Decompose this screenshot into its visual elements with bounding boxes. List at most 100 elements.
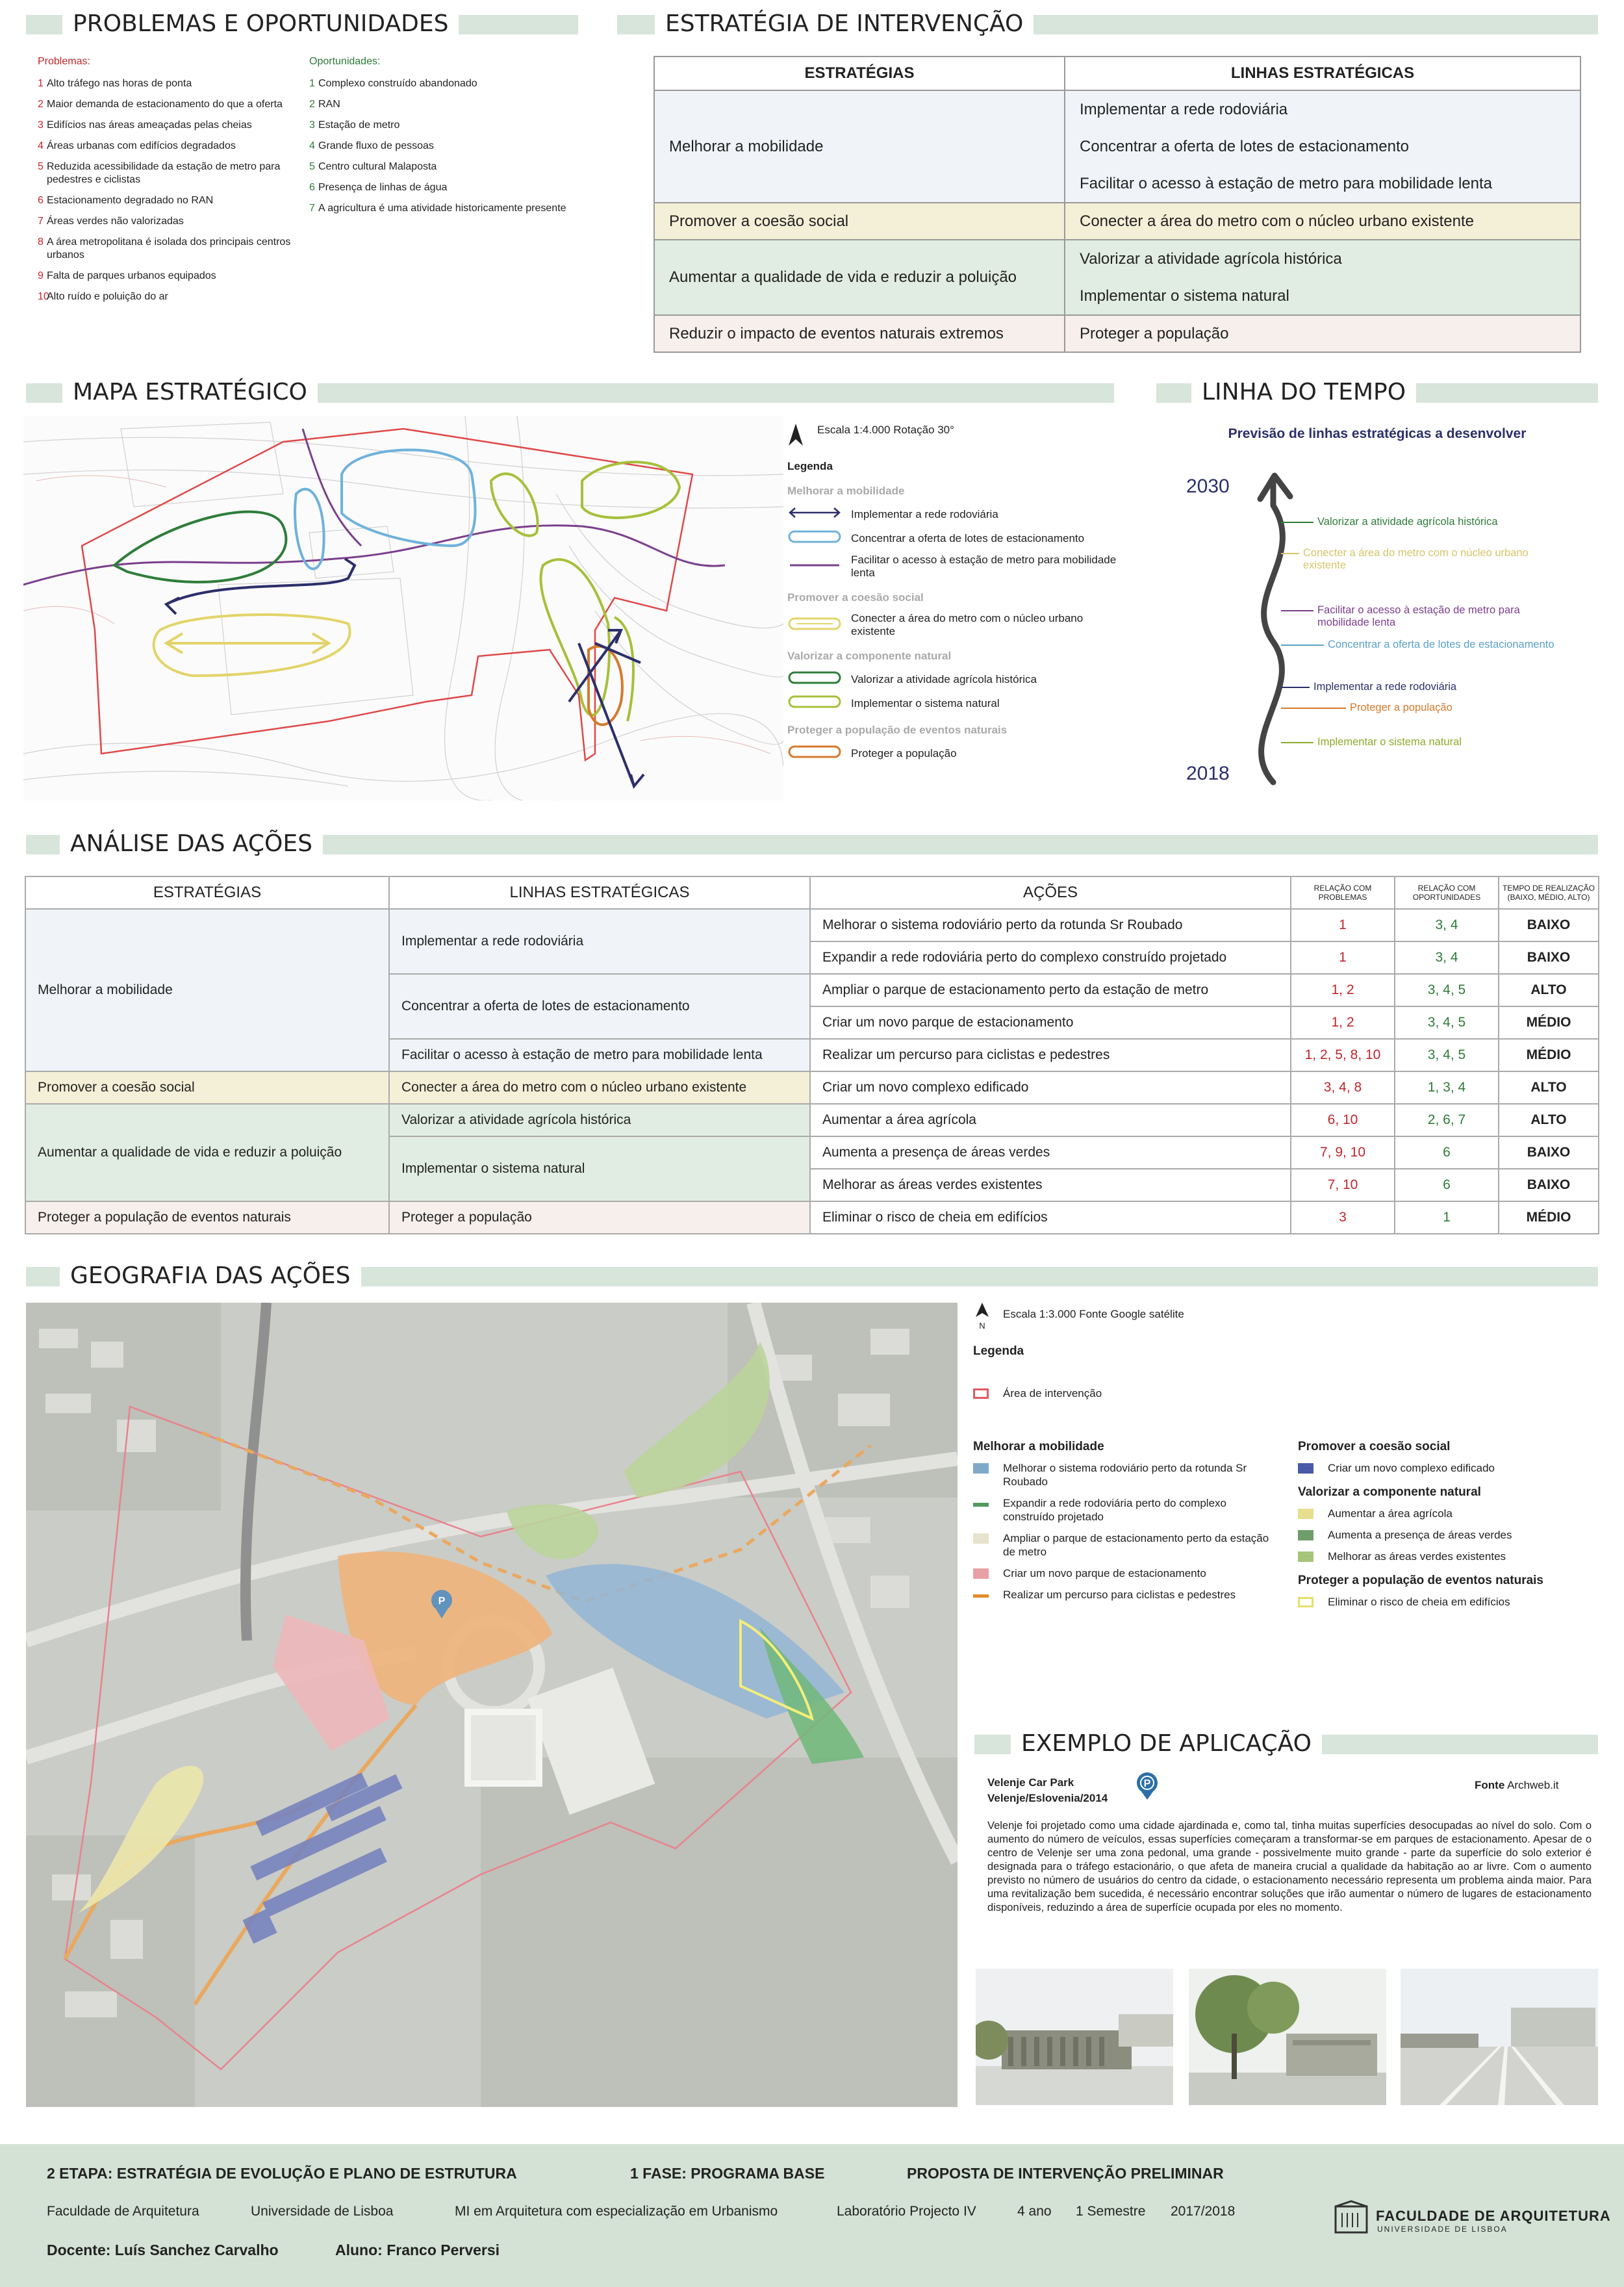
list-number: 4 <box>38 140 44 151</box>
geo-legend-mobility: Melhorar a mobilidade Melhorar o sistema… <box>973 1429 1278 1609</box>
timeline-tick <box>1281 553 1299 554</box>
list-text: Grande fluxo de pessoas <box>318 140 434 151</box>
footer-period: 2017/2018 <box>1171 2204 1236 2219</box>
map-legend-label: Implementar o sistema natural <box>851 696 1000 709</box>
section-title-example: EXEMPLO DE APLICAÇÃO <box>1011 1731 1322 1757</box>
analysis-time: MÉDIO <box>1498 1038 1599 1072</box>
list-number: 6 <box>309 182 315 193</box>
legend-swatch <box>1298 1530 1313 1540</box>
strategy-header-1: ESTRATÉGIAS <box>653 56 1065 91</box>
analysis-opportunities: 6 <box>1394 1168 1499 1202</box>
svg-text:P: P <box>1144 1778 1151 1789</box>
geo-legend-item: Melhorar as áreas verdes existentes <box>1298 1550 1603 1563</box>
analysis-action: Eliminar o risco de cheia em edifícios <box>809 1201 1291 1234</box>
footer-year: 4 ano <box>1017 2204 1052 2219</box>
legend-symbol-icon <box>787 530 842 547</box>
strategy-cell: Melhorar a mobilidade <box>653 90 1065 203</box>
example-place: Velenje/Eslovenia/2014 <box>987 1792 1108 1804</box>
footer-proposal: PROPOSTA DE INTERVENÇÃO PRELIMINAR <box>907 2165 1224 2182</box>
analysis-problems: 1, 2 <box>1290 1006 1395 1040</box>
list-number: 5 <box>309 161 315 172</box>
analysis-line: Implementar a rede rodoviária <box>388 908 811 975</box>
opportunities-heading: Oportunidades: <box>309 56 381 67</box>
analysis-action: Melhorar o sistema rodoviário perto da r… <box>809 908 1291 942</box>
list-item: 6 Estacionamento degradado no RAN <box>38 194 298 207</box>
timeline-label: Valorizar a atividade agrícola histórica <box>1317 516 1498 528</box>
list-item: 6 Presença de linhas de água <box>309 181 569 194</box>
example-photo-3 <box>1401 1969 1598 2105</box>
timeline-label: Implementar o sistema natural <box>1317 736 1462 748</box>
timeline-tick <box>1281 522 1313 523</box>
analysis-problems: 3, 4, 8 <box>1290 1071 1395 1105</box>
geo-legend-item: Aumenta a presença de áreas verdes <box>1298 1528 1603 1542</box>
geo-legend-label: Criar um novo complexo edificado <box>1328 1462 1495 1474</box>
footer-phase: 1 FASE: PROGRAMA BASE <box>630 2165 825 2182</box>
map-legend-item: Implementar o sistema natural <box>787 695 1125 712</box>
list-text: RAN <box>318 99 340 110</box>
parking-icon: P <box>1137 1772 1158 1800</box>
list-number: 3 <box>38 120 44 131</box>
timeline-end-year: 2030 <box>1186 476 1230 497</box>
map-legend-label: Concentrar a oferta de lotes de estacion… <box>851 531 1085 544</box>
map-legend-item: Conecter a área do metro com o núcleo ur… <box>787 612 1125 638</box>
analysis-time: ALTO <box>1498 1103 1599 1137</box>
timeline-label: Concentrar a oferta de lotes de estacion… <box>1328 639 1554 650</box>
list-text: Centro cultural Malaposta <box>318 161 437 172</box>
geo-legend-title: Legenda <box>973 1344 1024 1358</box>
analysis-header: TEMPO DE REALIZAÇÃO (BAIXO, MÉDIO, ALTO) <box>1498 876 1599 910</box>
list-text: A agricultura é uma atividade historicam… <box>318 203 566 214</box>
list-text: Estação de metro <box>318 120 400 131</box>
list-text: Complexo construído abandonado <box>318 78 477 89</box>
legend-swatch <box>973 1503 989 1507</box>
analysis-time: BAIXO <box>1498 1168 1599 1202</box>
list-number: 1 <box>309 78 315 89</box>
analysis-problems: 6, 10 <box>1290 1103 1395 1137</box>
analysis-opportunities: 3, 4, 5 <box>1394 1006 1499 1040</box>
analysis-line: Concentrar a oferta de lotes de estacion… <box>388 973 811 1040</box>
legend-symbol-icon <box>787 617 842 634</box>
legend-swatch <box>1298 1509 1313 1519</box>
analysis-opportunities: 3, 4 <box>1394 941 1499 975</box>
map-legend-heading: Promover a coesão social <box>787 591 924 604</box>
analysis-time: ALTO <box>1498 1071 1599 1105</box>
list-item: 3 Edifícios nas áreas ameaçadas pelas che… <box>38 119 298 132</box>
section-title-strategy: ESTRATÉGIA DE INTERVENÇÃO <box>655 11 1034 37</box>
timeline-label: Implementar a rede rodoviária <box>1313 681 1457 693</box>
legend-swatch <box>1298 1463 1313 1474</box>
problems-list: Problemas: 1 Alto tráfego nas horas de po… <box>38 55 298 311</box>
analysis-opportunities: 1 <box>1394 1201 1499 1234</box>
list-text: Falta de parques urbanos equipados <box>47 270 216 281</box>
geo-legend: Escala 1:3.000 Fonte Google satélite Leg… <box>973 1307 1623 1408</box>
analysis-header: RELAÇÃO COM OPORTUNIDADES <box>1394 876 1499 910</box>
map-scale: Escala 1:4.000 Rotação 30° <box>817 424 954 436</box>
analysis-action: Expandir a rede rodoviária perto do comp… <box>809 941 1291 975</box>
analysis-opportunities: 3, 4, 5 <box>1394 973 1499 1007</box>
legend-swatch <box>973 1533 989 1544</box>
analysis-opportunities: 3, 4 <box>1394 908 1499 942</box>
analysis-action: Criar um novo complexo edificado <box>809 1071 1291 1105</box>
list-item: 3 Estação de metro <box>309 119 569 132</box>
analysis-problems: 3 <box>1290 1201 1395 1234</box>
legend-symbol-icon <box>787 671 842 688</box>
geo-legend-label: Aumentar a área agrícola <box>1328 1507 1453 1520</box>
footer-logo-subtext: UNIVERSIDADE DE LISBOA <box>1377 2225 1508 2234</box>
analysis-opportunities: 2, 6, 7 <box>1394 1103 1499 1137</box>
list-number: 2 <box>309 99 315 110</box>
list-number: 10 <box>38 291 49 302</box>
geo-legend-heading: Melhorar a mobilidade <box>973 1440 1104 1453</box>
analysis-action: Aumentar a área agrícola <box>809 1103 1291 1137</box>
timeline-item: Valorizar a atividade agrícola histórica <box>1281 516 1586 528</box>
line-cell: Implementar o sistema natural <box>1080 287 1289 305</box>
list-item: 4 Áreas urbanas com edifícios degradados <box>38 140 298 153</box>
analysis-table: ESTRATÉGIAS LINHAS ESTRATÉGICAS AÇÕES RE… <box>25 876 1599 1234</box>
list-item: 1 Alto tráfego nas horas de ponta <box>38 77 298 90</box>
geo-legend-item: Aumentar a área agrícola <box>1298 1507 1603 1520</box>
geo-legend-label: Ampliar o parque de estacionamento perto… <box>1003 1532 1269 1558</box>
list-item: 8A área metropolitana é isolada dos prin… <box>38 236 298 262</box>
list-number: 7 <box>38 216 44 227</box>
timeline-item: Implementar a rede rodoviária <box>1281 681 1586 693</box>
list-text: Reduzida acessibilidade da estação de me… <box>47 161 281 185</box>
analysis-header: RELAÇÃO COM PROBLEMAS <box>1290 876 1395 910</box>
analysis-line: Proteger a população <box>388 1201 811 1234</box>
timeline-start-year: 2018 <box>1186 763 1230 784</box>
